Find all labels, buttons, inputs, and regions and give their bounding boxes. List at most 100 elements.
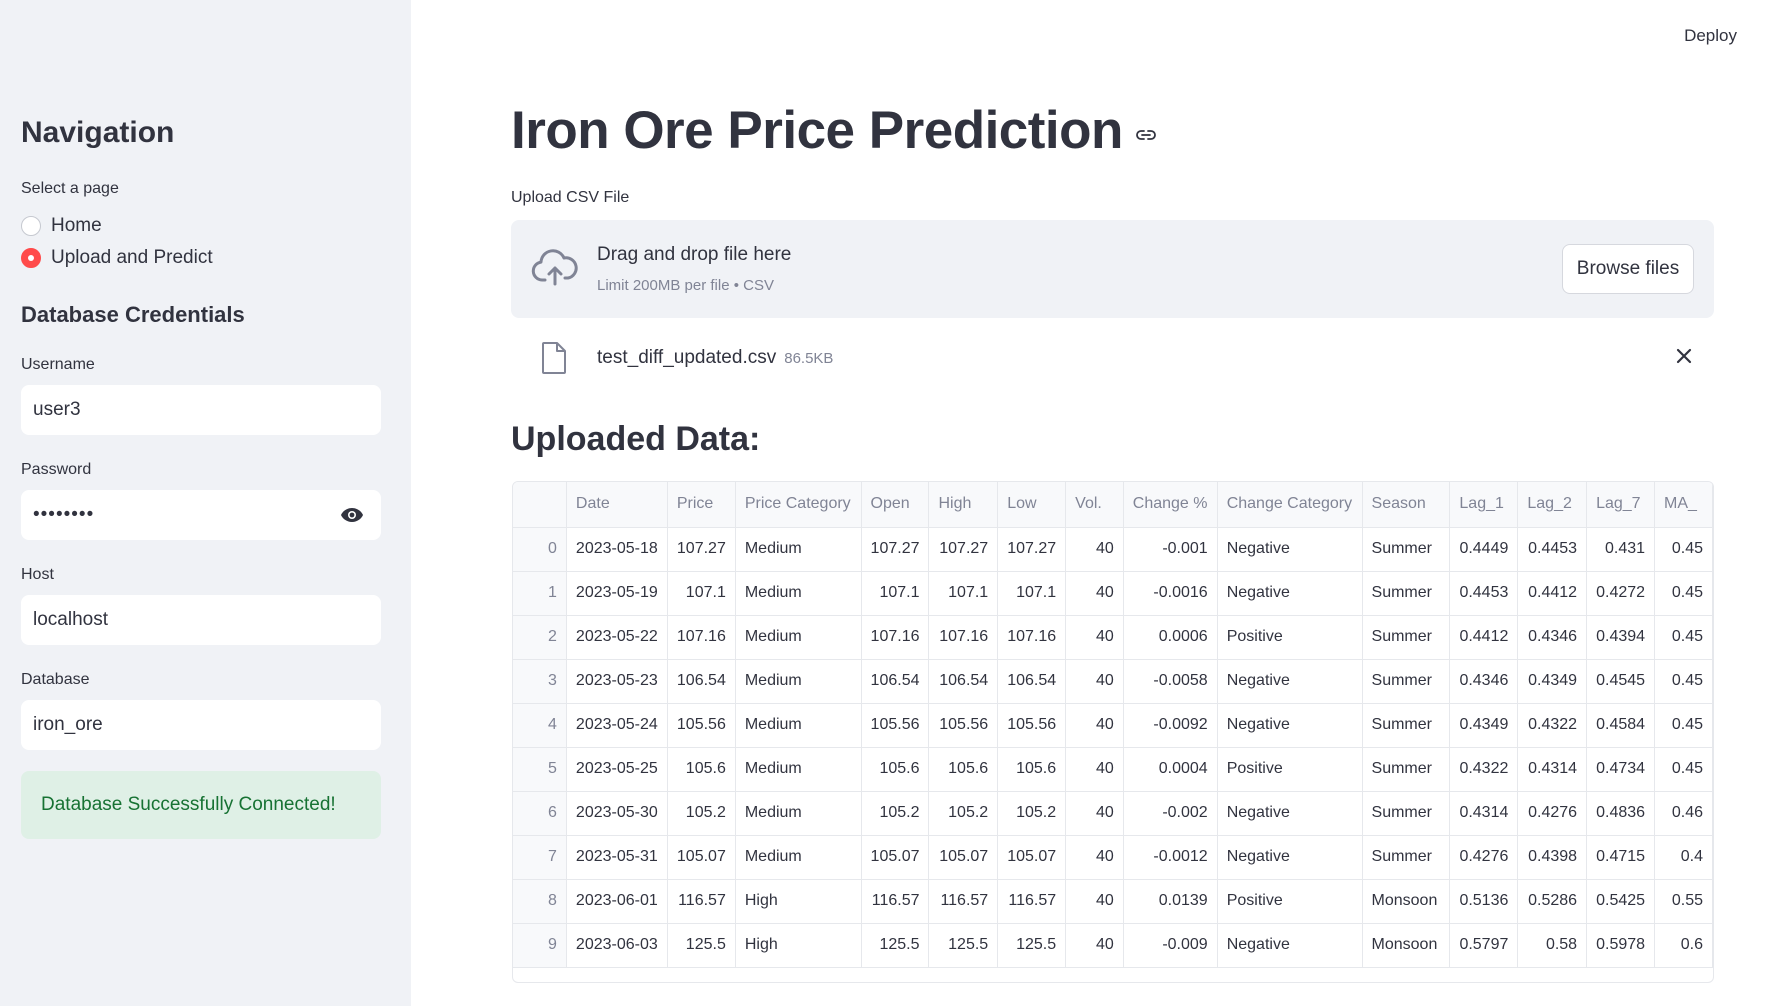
table-cell[interactable]: 0.4398	[1517, 835, 1588, 880]
table-cell[interactable]: 40	[1065, 791, 1124, 836]
table-cell[interactable]: Positive	[1217, 747, 1363, 792]
table-cell[interactable]: 0.4314	[1517, 747, 1588, 792]
table-cell[interactable]: 107.1	[667, 571, 736, 616]
table-cell[interactable]: 107.1	[997, 571, 1067, 616]
table-cell[interactable]: 107.27	[861, 527, 930, 572]
table-cell[interactable]: 105.2	[667, 791, 736, 836]
table-cell[interactable]: Medium	[735, 615, 862, 660]
column-header[interactable]: Lag_1	[1449, 482, 1519, 528]
row-index[interactable]: 7	[513, 835, 567, 880]
table-cell[interactable]: 0.4394	[1586, 615, 1656, 660]
table-cell[interactable]: Medium	[735, 747, 862, 792]
table-cell[interactable]: 107.1	[861, 571, 930, 616]
table-cell[interactable]: 0.4412	[1517, 571, 1588, 616]
password-field[interactable]: ••••••••	[21, 490, 381, 540]
table-cell[interactable]: 105.6	[928, 747, 999, 792]
table-row[interactable]: 7 2023-05-31 105.07 Medium 105.07 105.07 105.0…	[513, 835, 1713, 880]
table-cell[interactable]: Medium	[735, 791, 862, 836]
table-cell[interactable]: 105.56	[997, 703, 1067, 748]
file-dropzone[interactable]: Drag and drop file here Limit 200MB per …	[511, 220, 1714, 318]
row-index[interactable]: 6	[513, 791, 567, 836]
table-cell[interactable]: 106.54	[928, 659, 999, 704]
table-cell[interactable]: 40	[1065, 571, 1124, 616]
table-cell[interactable]: 0.5797	[1449, 923, 1519, 968]
table-cell[interactable]: 0.4349	[1517, 659, 1588, 704]
column-header[interactable]: Change Category	[1217, 482, 1363, 528]
table-cell[interactable]: 105.07	[928, 835, 999, 880]
column-header[interactable]: Price	[667, 482, 736, 528]
radio-home[interactable]: Home	[21, 212, 102, 240]
table-cell[interactable]: 107.27	[928, 527, 999, 572]
table-cell[interactable]: -0.0092	[1123, 703, 1218, 748]
table-cell[interactable]: 0.4715	[1586, 835, 1656, 880]
table-cell[interactable]: 0.4412	[1449, 615, 1519, 660]
table-cell[interactable]: -0.0058	[1123, 659, 1218, 704]
table-cell[interactable]: 2023-05-24	[566, 703, 668, 748]
table-cell[interactable]: 106.54	[997, 659, 1067, 704]
table-cell[interactable]: 2023-05-30	[566, 791, 668, 836]
table-cell[interactable]: 0.4453	[1449, 571, 1519, 616]
table-cell[interactable]: 0.4349	[1449, 703, 1519, 748]
table-cell[interactable]: 125.5	[997, 923, 1067, 968]
table-cell[interactable]: 105.07	[997, 835, 1067, 880]
table-cell[interactable]: Summer	[1362, 791, 1451, 836]
table-cell[interactable]: 0.45	[1654, 615, 1713, 660]
table-cell[interactable]: 105.07	[861, 835, 930, 880]
table-cell[interactable]: 2023-05-25	[566, 747, 668, 792]
table-cell[interactable]: 40	[1065, 703, 1124, 748]
row-index[interactable]: 4	[513, 703, 567, 748]
table-cell[interactable]: -0.001	[1123, 527, 1218, 572]
table-cell[interactable]: Summer	[1362, 835, 1451, 880]
table-cell[interactable]: -0.009	[1123, 923, 1218, 968]
column-header[interactable]: Change %	[1123, 482, 1218, 528]
table-cell[interactable]: 107.16	[667, 615, 736, 660]
table-row[interactable]: 3 2023-05-23 106.54 Medium 106.54 106.54 106.5…	[513, 659, 1713, 704]
table-cell[interactable]: 0.46	[1654, 791, 1713, 836]
table-cell[interactable]: 2023-05-23	[566, 659, 668, 704]
table-cell[interactable]: 0.58	[1517, 923, 1588, 968]
table-row[interactable]: 8 2023-06-01 116.57 High 116.57 116.57 116.57 4…	[513, 879, 1713, 924]
table-row[interactable]: 9 2023-06-03 125.5 High 125.5 125.5 125.5 40 -0.…	[513, 923, 1713, 968]
table-cell[interactable]: 105.56	[861, 703, 930, 748]
table-cell[interactable]: 107.16	[997, 615, 1067, 660]
row-index[interactable]: 9	[513, 923, 567, 968]
table-cell[interactable]: 105.6	[667, 747, 736, 792]
column-header[interactable]: Season	[1362, 482, 1451, 528]
table-cell[interactable]: Summer	[1362, 615, 1451, 660]
table-cell[interactable]: 0.5978	[1586, 923, 1656, 968]
table-cell[interactable]: Summer	[1362, 747, 1451, 792]
table-cell[interactable]: Summer	[1362, 659, 1451, 704]
table-cell[interactable]: Monsoon	[1362, 879, 1451, 924]
table-cell[interactable]: 40	[1065, 659, 1124, 704]
close-icon[interactable]	[1674, 346, 1694, 371]
table-cell[interactable]: 0.4346	[1449, 659, 1519, 704]
table-row[interactable]: 2 2023-05-22 107.16 Medium 107.16 107.16 107.1…	[513, 615, 1713, 660]
table-cell[interactable]: 105.07	[667, 835, 736, 880]
table-cell[interactable]: Monsoon	[1362, 923, 1451, 968]
table-row[interactable]: 1 2023-05-19 107.1 Medium 107.1 107.1 107.1 40-…	[513, 571, 1713, 616]
table-cell[interactable]: High	[735, 923, 862, 968]
table-cell[interactable]: 0.4545	[1586, 659, 1656, 704]
table-cell[interactable]: 0.4	[1654, 835, 1713, 880]
table-cell[interactable]: Summer	[1362, 703, 1451, 748]
table-cell[interactable]: Negative	[1217, 571, 1363, 616]
table-cell[interactable]: 2023-05-19	[566, 571, 668, 616]
table-cell[interactable]: 0.5425	[1586, 879, 1656, 924]
database-field[interactable]: iron_ore	[21, 700, 381, 750]
table-cell[interactable]: 0.4276	[1449, 835, 1519, 880]
table-cell[interactable]: 125.5	[667, 923, 736, 968]
table-cell[interactable]: Negative	[1217, 791, 1363, 836]
link-icon[interactable]	[1135, 128, 1157, 142]
table-cell[interactable]: 0.4584	[1586, 703, 1656, 748]
radio-home-circle[interactable]	[21, 216, 41, 236]
table-cell[interactable]: 0.4449	[1449, 527, 1519, 572]
column-header[interactable]: Price Category	[735, 482, 862, 528]
table-cell[interactable]: 2023-05-22	[566, 615, 668, 660]
table-cell[interactable]: 107.27	[667, 527, 736, 572]
table-cell[interactable]: -0.002	[1123, 791, 1218, 836]
table-cell[interactable]: 0.4322	[1449, 747, 1519, 792]
table-cell[interactable]: Medium	[735, 527, 862, 572]
table-cell[interactable]: Negative	[1217, 923, 1363, 968]
table-cell[interactable]: 0.0004	[1123, 747, 1218, 792]
column-header[interactable]: Lag_2	[1517, 482, 1588, 528]
